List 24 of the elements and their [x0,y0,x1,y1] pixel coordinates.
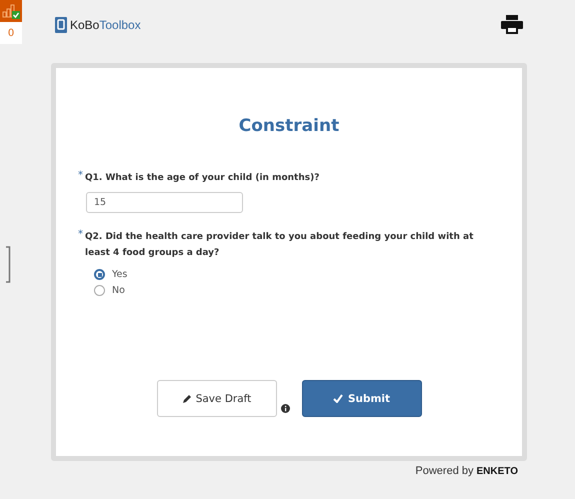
required-asterisk: * [78,170,83,181]
answer-field[interactable]: 15 [86,192,243,213]
radio-option[interactable]: No [94,285,500,296]
question-label: Q2. Did the health care provider talk to you about feeding your child with at least 4 food groups a day? [85,231,474,260]
queue-count: 0 [0,22,22,44]
required-asterisk: * [78,229,83,240]
radio-icon[interactable] [94,269,105,280]
brand-logo: ENKETO [476,466,518,476]
print-icon[interactable] [501,15,523,34]
logo-text: KoBo [70,18,100,32]
logo-icon [55,16,67,32]
queue-signal-icon[interactable] [0,0,22,22]
submit-button[interactable]: Submit [302,380,422,417]
save-draft-button[interactable]: Save Draft [156,380,276,417]
radio-option[interactable]: Yes [94,269,500,280]
question-label: Q1. What is the age of your child (in months)? [85,172,320,185]
bracket-icon [6,246,11,283]
radio-icon[interactable] [94,285,105,296]
pencil-icon [182,394,192,404]
check-icon [332,394,343,403]
logo-text: Toolbox [99,18,141,32]
form-title: Constraint [238,116,340,136]
info-icon[interactable] [280,404,290,413]
powered-by-text: Powered by [415,465,474,477]
